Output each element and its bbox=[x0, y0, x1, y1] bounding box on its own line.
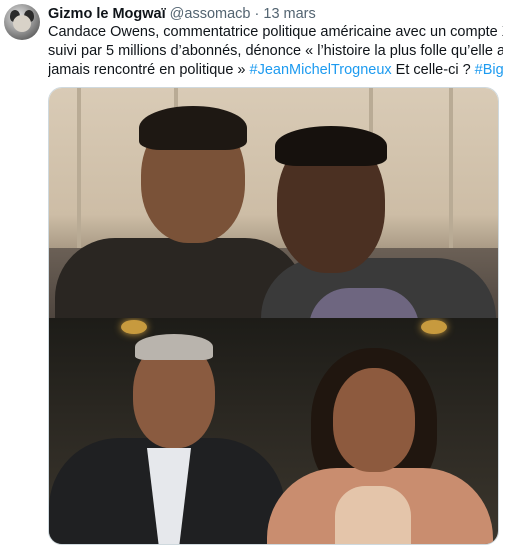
author-name[interactable]: Gizmo le Mogwaï bbox=[48, 6, 166, 22]
avatar-face bbox=[13, 15, 31, 32]
avatar[interactable] bbox=[4, 4, 40, 40]
tweet-date[interactable]: 13 mars bbox=[263, 6, 315, 22]
tweet-media-image[interactable] bbox=[48, 87, 499, 545]
hashtag-jeanmicheltrogneux[interactable]: #JeanMichelTrogneux bbox=[250, 62, 392, 78]
tweet-text-line-3-start: jamais rencontré en politique » bbox=[48, 62, 250, 78]
tweet-header: Gizmo le Mogwaï @assomacb · 13 mars bbox=[48, 5, 316, 23]
tweet-text-line-1: Candace Owens, commentatrice politique a… bbox=[48, 24, 503, 40]
photo-bottom-couple bbox=[49, 318, 498, 544]
author-handle[interactable]: @assomacb bbox=[170, 6, 251, 22]
photo-top-vintage bbox=[49, 88, 498, 318]
tweet-text: Candace Owens, commentatrice politique a… bbox=[48, 23, 503, 80]
header-separator: · bbox=[254, 6, 260, 22]
hashtag-bigmike[interactable]: #BigMike bbox=[475, 62, 503, 78]
tweet-text-line-3-mid: Et celle-ci ? bbox=[391, 62, 475, 78]
tweet-text-line-3: jamais rencontré en politique » #JeanMic… bbox=[48, 61, 503, 80]
tweet-text-line-2: suivi par 5 millions d’abonnés, dénonce … bbox=[48, 43, 503, 59]
